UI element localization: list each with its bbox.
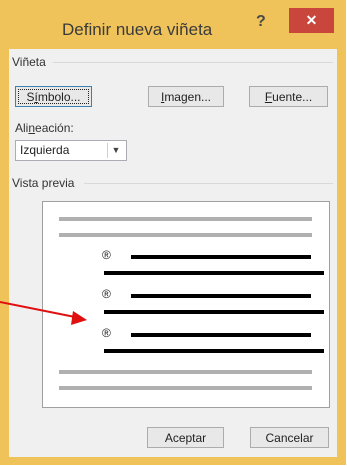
arrow-shaft (0, 301, 81, 319)
red-pointer-arrow (0, 301, 87, 325)
arrow-head (71, 311, 87, 325)
